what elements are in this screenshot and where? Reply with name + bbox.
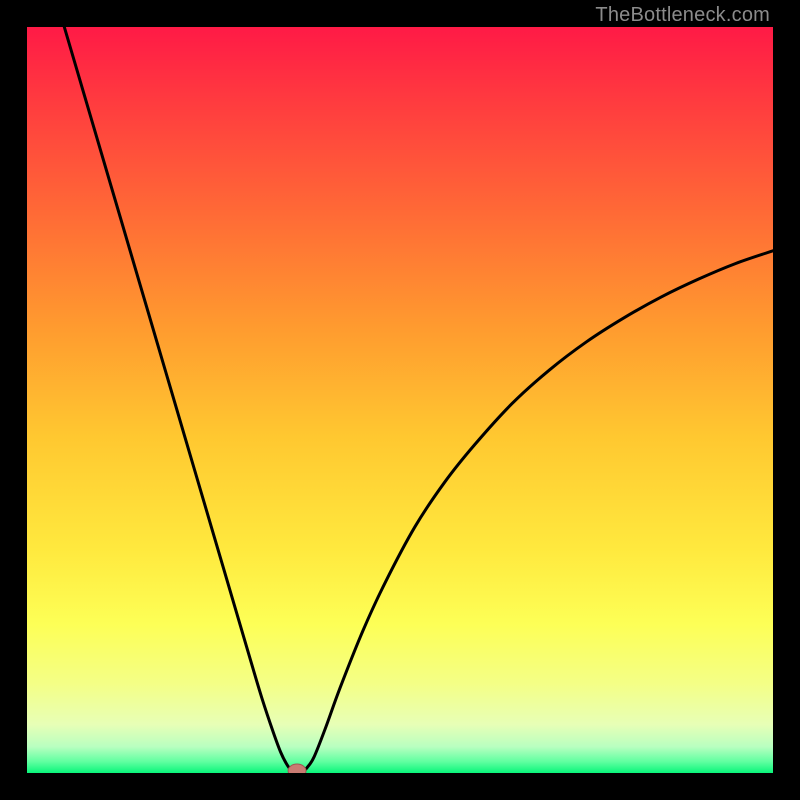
plot-svg — [27, 27, 773, 773]
optimum-marker — [288, 764, 306, 773]
chart-frame: TheBottleneck.com — [0, 0, 800, 800]
gradient-background — [27, 27, 773, 773]
watermark-text: TheBottleneck.com — [595, 4, 770, 27]
plot-area — [27, 27, 773, 773]
